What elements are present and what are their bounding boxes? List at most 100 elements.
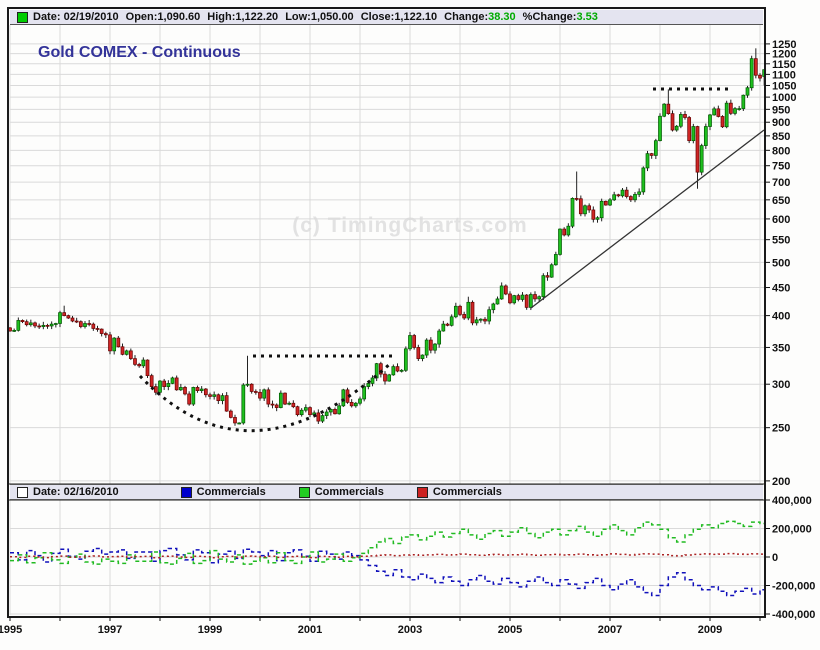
- open-pair: Open:1,090.60: [126, 11, 201, 23]
- change-value: 38.30: [488, 11, 516, 23]
- candle: [83, 321, 87, 329]
- candle: [616, 193, 621, 198]
- candle: [749, 55, 754, 91]
- candle: [678, 112, 683, 129]
- candle: [333, 407, 337, 415]
- close-pair: Close:1,122.10: [361, 11, 437, 23]
- candle: [708, 113, 712, 131]
- tick-label: 900: [772, 117, 790, 129]
- candle: [487, 306, 492, 325]
- candle: [741, 94, 746, 111]
- candle: [283, 392, 287, 406]
- candle: [308, 406, 312, 418]
- candle: [453, 302, 458, 319]
- candle: [349, 399, 354, 408]
- candle: [37, 323, 42, 329]
- candle: [216, 393, 221, 405]
- legend-item-commercials-green: Commercials: [292, 486, 384, 498]
- tick-label: 950: [772, 104, 790, 116]
- candle: [41, 321, 46, 330]
- candle: [583, 204, 587, 217]
- tick-label: 2005: [498, 624, 522, 636]
- candle: [87, 319, 92, 327]
- candle: [316, 409, 321, 424]
- candle: [174, 375, 179, 391]
- candle: [508, 291, 512, 305]
- candle: [649, 152, 654, 159]
- red-series-swatch-icon: [416, 486, 428, 498]
- candle: [462, 311, 467, 320]
- tick-label: 650: [772, 195, 790, 207]
- tick-label: 1000: [772, 92, 796, 104]
- candle: [258, 389, 262, 401]
- candle: [712, 106, 717, 116]
- candle: [624, 186, 629, 199]
- ohlc-info-bar: Date: 02/19/2010 Open:1,090.60 High:1,12…: [10, 10, 763, 25]
- candle: [112, 337, 117, 355]
- candle: [28, 319, 33, 327]
- candle: [199, 386, 204, 394]
- candle: [587, 203, 592, 213]
- candle: [553, 251, 558, 266]
- tick-label: 2003: [398, 624, 422, 636]
- candle: [53, 322, 58, 328]
- candle: [591, 206, 596, 223]
- tick-label: 400: [772, 311, 790, 323]
- tick-label: 0: [772, 552, 778, 564]
- candle: [49, 321, 54, 330]
- candle: [358, 396, 362, 406]
- cot-date-label: Date:: [33, 486, 61, 498]
- candle: [99, 328, 104, 337]
- candle: [12, 328, 17, 332]
- candle: [503, 284, 508, 296]
- candle: [637, 188, 642, 198]
- date-label: Date:: [33, 11, 61, 23]
- candle: [16, 317, 21, 332]
- tick-label: 500: [772, 257, 790, 269]
- candle: [70, 315, 75, 323]
- legend-label: Commercials: [432, 486, 502, 498]
- tick-label: 850: [772, 131, 790, 143]
- date-value: 02/19/2010: [63, 11, 119, 23]
- candle: [237, 422, 242, 425]
- candle: [612, 191, 617, 202]
- candle: [437, 328, 442, 348]
- green-series-swatch-icon: [298, 486, 310, 498]
- candle: [666, 89, 671, 115]
- cot-marker-icon: [17, 486, 28, 498]
- candle: [62, 305, 67, 317]
- tick-label: 300: [772, 379, 790, 391]
- candle: [470, 300, 475, 326]
- candle: [274, 403, 279, 412]
- tick-label: 450: [772, 283, 790, 295]
- candle: [353, 401, 358, 408]
- candle: [383, 371, 387, 385]
- candle: [720, 115, 725, 128]
- candle: [270, 400, 275, 409]
- cot-legend-bar: Date: 02/16/2010 Commercials Commercials…: [10, 484, 763, 500]
- candle: [674, 124, 679, 132]
- candle: [737, 105, 742, 111]
- tick-label: -400,000: [772, 609, 815, 621]
- candle: [187, 391, 192, 406]
- low-label: Low:: [285, 11, 311, 23]
- candle: [387, 373, 392, 382]
- candle: [178, 383, 183, 392]
- gold-cot-chart-page: { "title": "Gold COMEX - Continuous", "t…: [0, 0, 820, 650]
- gridlines: [9, 25, 764, 615]
- candle: [195, 385, 200, 393]
- candle: [570, 197, 575, 229]
- candle: [320, 414, 325, 423]
- candle: [208, 392, 212, 400]
- candle: [466, 296, 471, 321]
- candle: [441, 320, 446, 332]
- candle: [608, 197, 612, 206]
- candle: [603, 200, 608, 206]
- candle: [433, 343, 437, 354]
- candle: [299, 408, 304, 417]
- candle: [728, 99, 733, 116]
- candle: [641, 166, 646, 195]
- tick-label: 250: [772, 423, 790, 435]
- candle: [378, 361, 383, 378]
- candle: [278, 390, 283, 409]
